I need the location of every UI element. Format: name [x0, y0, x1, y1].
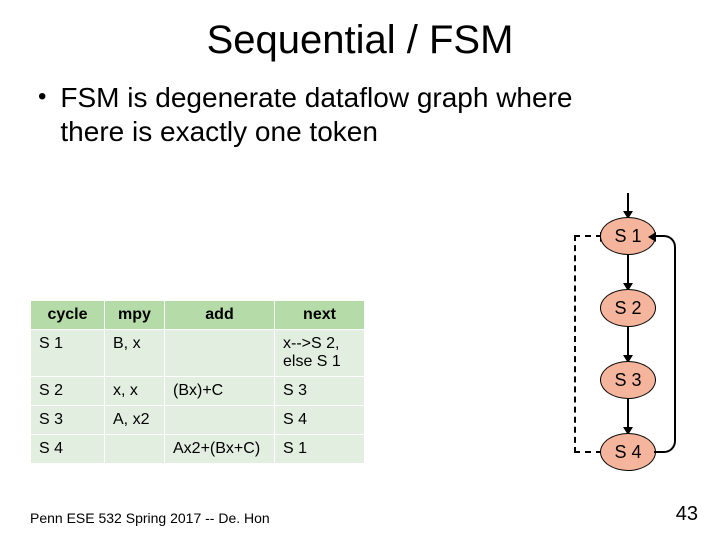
cell-mpy: x, x [105, 377, 165, 406]
fsm-table: cycle mpy add next S 1 B, x x-->S 2, els… [30, 300, 365, 464]
cell-mpy: B, x [105, 330, 165, 377]
slide-title: Sequential / FSM [0, 0, 720, 81]
cell-next: S 3 [275, 377, 365, 406]
bullet-row: • FSM is degenerate dataflow graph where… [0, 81, 720, 148]
arrow-entry [627, 193, 629, 217]
arrow-self-loop [574, 235, 602, 453]
cell-next: x-->S 2, else S 1 [275, 330, 365, 377]
arrow-down [627, 255, 629, 289]
table-row: S 4 Ax2+(Bx+C) S 1 [31, 435, 365, 464]
cell-add [165, 330, 275, 377]
table-row: S 3 A, x2 S 4 [31, 406, 365, 435]
cell-mpy [105, 435, 165, 464]
bullet-dot: • [38, 81, 46, 113]
cell-add: Ax2+(Bx+C) [165, 435, 275, 464]
th-add: add [165, 301, 275, 330]
cell-mpy: A, x2 [105, 406, 165, 435]
table-row: S 1 B, x x-->S 2, else S 1 [31, 330, 365, 377]
th-cycle: cycle [31, 301, 105, 330]
cell-cycle: S 3 [31, 406, 105, 435]
table-row: S 2 x, x (Bx)+C S 3 [31, 377, 365, 406]
th-mpy: mpy [105, 301, 165, 330]
arrow-down [627, 399, 629, 433]
cell-next: S 1 [275, 435, 365, 464]
cell-next: S 4 [275, 406, 365, 435]
footer-text: Penn ESE 532 Spring 2017 -- De. Hon [30, 510, 270, 526]
cell-cycle: S 1 [31, 330, 105, 377]
cell-cycle: S 2 [31, 377, 105, 406]
state-node-s4: S 4 [600, 433, 656, 471]
cell-add [165, 406, 275, 435]
bullet-text: FSM is degenerate dataflow graph where t… [60, 81, 620, 148]
th-next: next [275, 301, 365, 330]
fsm-diagram: S 1 S 2 S 3 S 4 [568, 205, 688, 505]
cell-cycle: S 4 [31, 435, 105, 464]
state-node-s2: S 2 [600, 289, 656, 327]
state-node-s3: S 3 [600, 361, 656, 399]
cell-add: (Bx)+C [165, 377, 275, 406]
arrow-down [627, 327, 629, 361]
arrow-loopback [654, 235, 676, 453]
table-header-row: cycle mpy add next [31, 301, 365, 330]
page-number: 43 [676, 503, 698, 526]
